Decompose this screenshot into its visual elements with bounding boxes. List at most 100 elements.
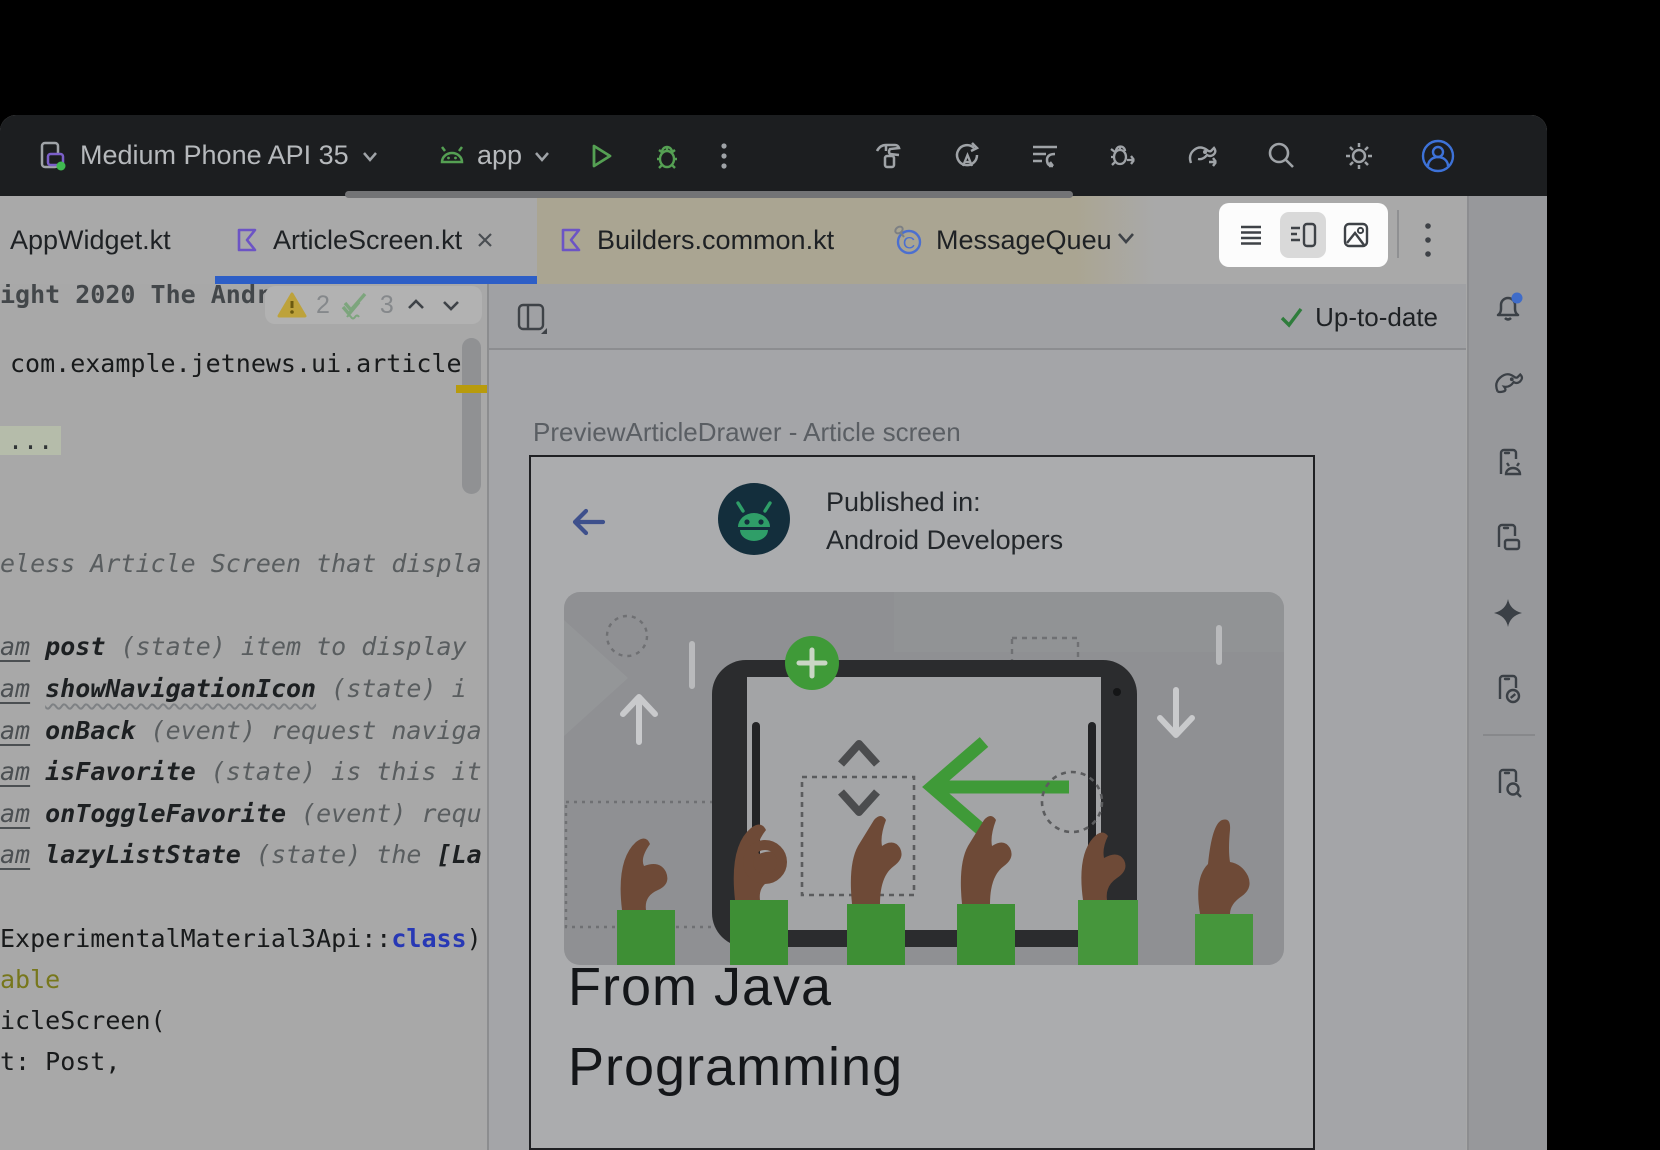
account-icon[interactable] (1420, 138, 1456, 174)
article-title: From Java Programming (568, 947, 903, 1107)
gradle-sync-icon[interactable] (1184, 139, 1220, 173)
code-lines-icon (1237, 221, 1265, 249)
code-line: t: Post, (0, 1045, 120, 1079)
code-segment: am (0, 632, 30, 661)
design-view-button[interactable] (1333, 212, 1379, 258)
editor-tab-bar: AppWidget.kt ArticleScreen.kt Builders.c… (0, 196, 1547, 284)
gemini-spark-icon[interactable] (1491, 596, 1525, 630)
debug-icon[interactable] (651, 140, 683, 172)
tab-overflow-chevron-icon[interactable] (1112, 224, 1140, 257)
attach-debugger-icon[interactable] (1106, 139, 1140, 173)
code-view-button[interactable] (1228, 212, 1274, 258)
article-title-line1: From Java (568, 947, 903, 1027)
run-icon[interactable] (585, 140, 617, 172)
code-segment: class (391, 924, 466, 953)
code-line: am isFavorite (state) is this it (0, 755, 482, 789)
running-devices-icon[interactable] (1491, 446, 1525, 480)
code-line: eless Article Screen that displa (0, 547, 482, 581)
next-issue-chevron-icon[interactable] (438, 293, 464, 317)
check-icon (1277, 303, 1305, 331)
code-segment: lazyListState (45, 840, 241, 869)
tab-appwidget[interactable]: AppWidget.kt (0, 196, 215, 284)
profiler-icon[interactable] (1028, 139, 1062, 173)
code-line: am lazyListState (state) the [La (0, 838, 482, 872)
code-line: ... (0, 424, 61, 458)
code-segment (30, 799, 45, 828)
code-segment: isFavorite (45, 757, 196, 786)
device-selector-label: Medium Phone API 35 (80, 140, 349, 171)
code-segment (30, 840, 45, 869)
code-line: am onToggleFavorite (event) requ (0, 797, 482, 831)
tab-articlescreen[interactable]: ArticleScreen.kt (215, 196, 537, 284)
editor-scrollbar[interactable] (462, 338, 481, 494)
code-segment (30, 632, 45, 661)
code-segment (30, 716, 45, 745)
warning-stripe-mark (456, 385, 487, 393)
warning-count: 2 (316, 291, 330, 320)
code-segment: (state) i (316, 674, 467, 703)
ok-count: 3 (380, 291, 394, 320)
publisher-prefix: Published in: (826, 483, 1063, 521)
code-segment: (event) request naviga (135, 716, 481, 745)
android-icon (436, 140, 468, 172)
code-editor[interactable]: ight 2020 The Andrcom.example.jetnews.ui… (0, 284, 487, 1150)
code-line: ight 2020 The Andr (0, 284, 271, 312)
code-segment: onBack (45, 716, 135, 745)
code-line: am showNavigationIcon (state) i (0, 672, 467, 706)
code-segment: ) (467, 924, 482, 953)
design-picture-icon (1342, 221, 1370, 249)
active-tab-indicator (215, 276, 537, 284)
article-title-line2: Programming (568, 1027, 903, 1107)
tab-scrollbar[interactable] (345, 191, 1073, 198)
more-actions-icon[interactable] (717, 139, 731, 173)
code-segment: am (0, 674, 30, 703)
code-line: icleScreen( (0, 1004, 166, 1038)
prev-issue-chevron-icon[interactable] (403, 293, 429, 317)
split-view-button[interactable] (1280, 212, 1326, 258)
run-config-label: app (477, 140, 522, 171)
code-segment: onToggleFavorite (45, 799, 286, 828)
code-line: am onBack (event) request naviga (0, 714, 482, 748)
layout-options-icon[interactable] (515, 302, 549, 341)
search-icon[interactable] (1264, 139, 1298, 173)
code-segment: showNavigationIcon (45, 674, 316, 703)
preview-device-frame[interactable]: Published in: Android Developers (529, 455, 1315, 1150)
tab-bar-kebab-icon[interactable] (1421, 218, 1435, 267)
code-segment (30, 757, 45, 786)
code-line: am post (state) item to display (0, 630, 467, 664)
code-segment: am (0, 799, 30, 828)
code-segment: t: Post, (0, 1047, 120, 1076)
notifications-bell-icon[interactable] (1491, 291, 1525, 325)
code-segment (30, 674, 45, 703)
article-hero-image (564, 592, 1284, 965)
publisher-name: Android Developers (826, 521, 1063, 559)
code-segment: [La (437, 840, 482, 869)
code-line: able (0, 963, 60, 997)
ok-checks-icon (339, 290, 371, 320)
split-view-icon (1288, 221, 1318, 249)
code-segment: ExperimentalMaterial3Api:: (0, 924, 391, 953)
publisher-block: Published in: Android Developers (826, 483, 1063, 559)
gradle-icon[interactable] (1491, 366, 1525, 400)
sync-translate-icon[interactable] (950, 139, 984, 173)
device-selector[interactable]: Medium Phone API 35 (36, 115, 381, 196)
preview-composable-label[interactable]: PreviewArticleDrawer - Article screen (533, 417, 961, 448)
divider (1483, 734, 1535, 736)
code-segment: (state) is this it (196, 757, 482, 786)
ide-window: Medium Phone API 35 app (0, 115, 1547, 1150)
settings-icon[interactable] (1342, 139, 1376, 173)
device-mirroring-icon[interactable] (1491, 672, 1525, 706)
device-manager-panel-icon[interactable] (1491, 521, 1525, 555)
code-segment: am (0, 840, 30, 869)
kotlin-file-icon (233, 226, 261, 254)
run-configuration[interactable]: app (436, 115, 553, 196)
java-class-icon: C (892, 225, 924, 255)
code-segment: am (0, 757, 30, 786)
build-icon[interactable] (872, 139, 906, 173)
view-mode-switcher (1219, 203, 1388, 267)
right-tool-stripe (1467, 196, 1547, 1150)
inspection-widget[interactable]: 2 3 (265, 286, 482, 324)
tab-builders-common[interactable]: Builders.common.kt (537, 196, 872, 284)
device-explorer-icon[interactable] (1491, 766, 1525, 800)
close-icon[interactable] (474, 229, 496, 251)
